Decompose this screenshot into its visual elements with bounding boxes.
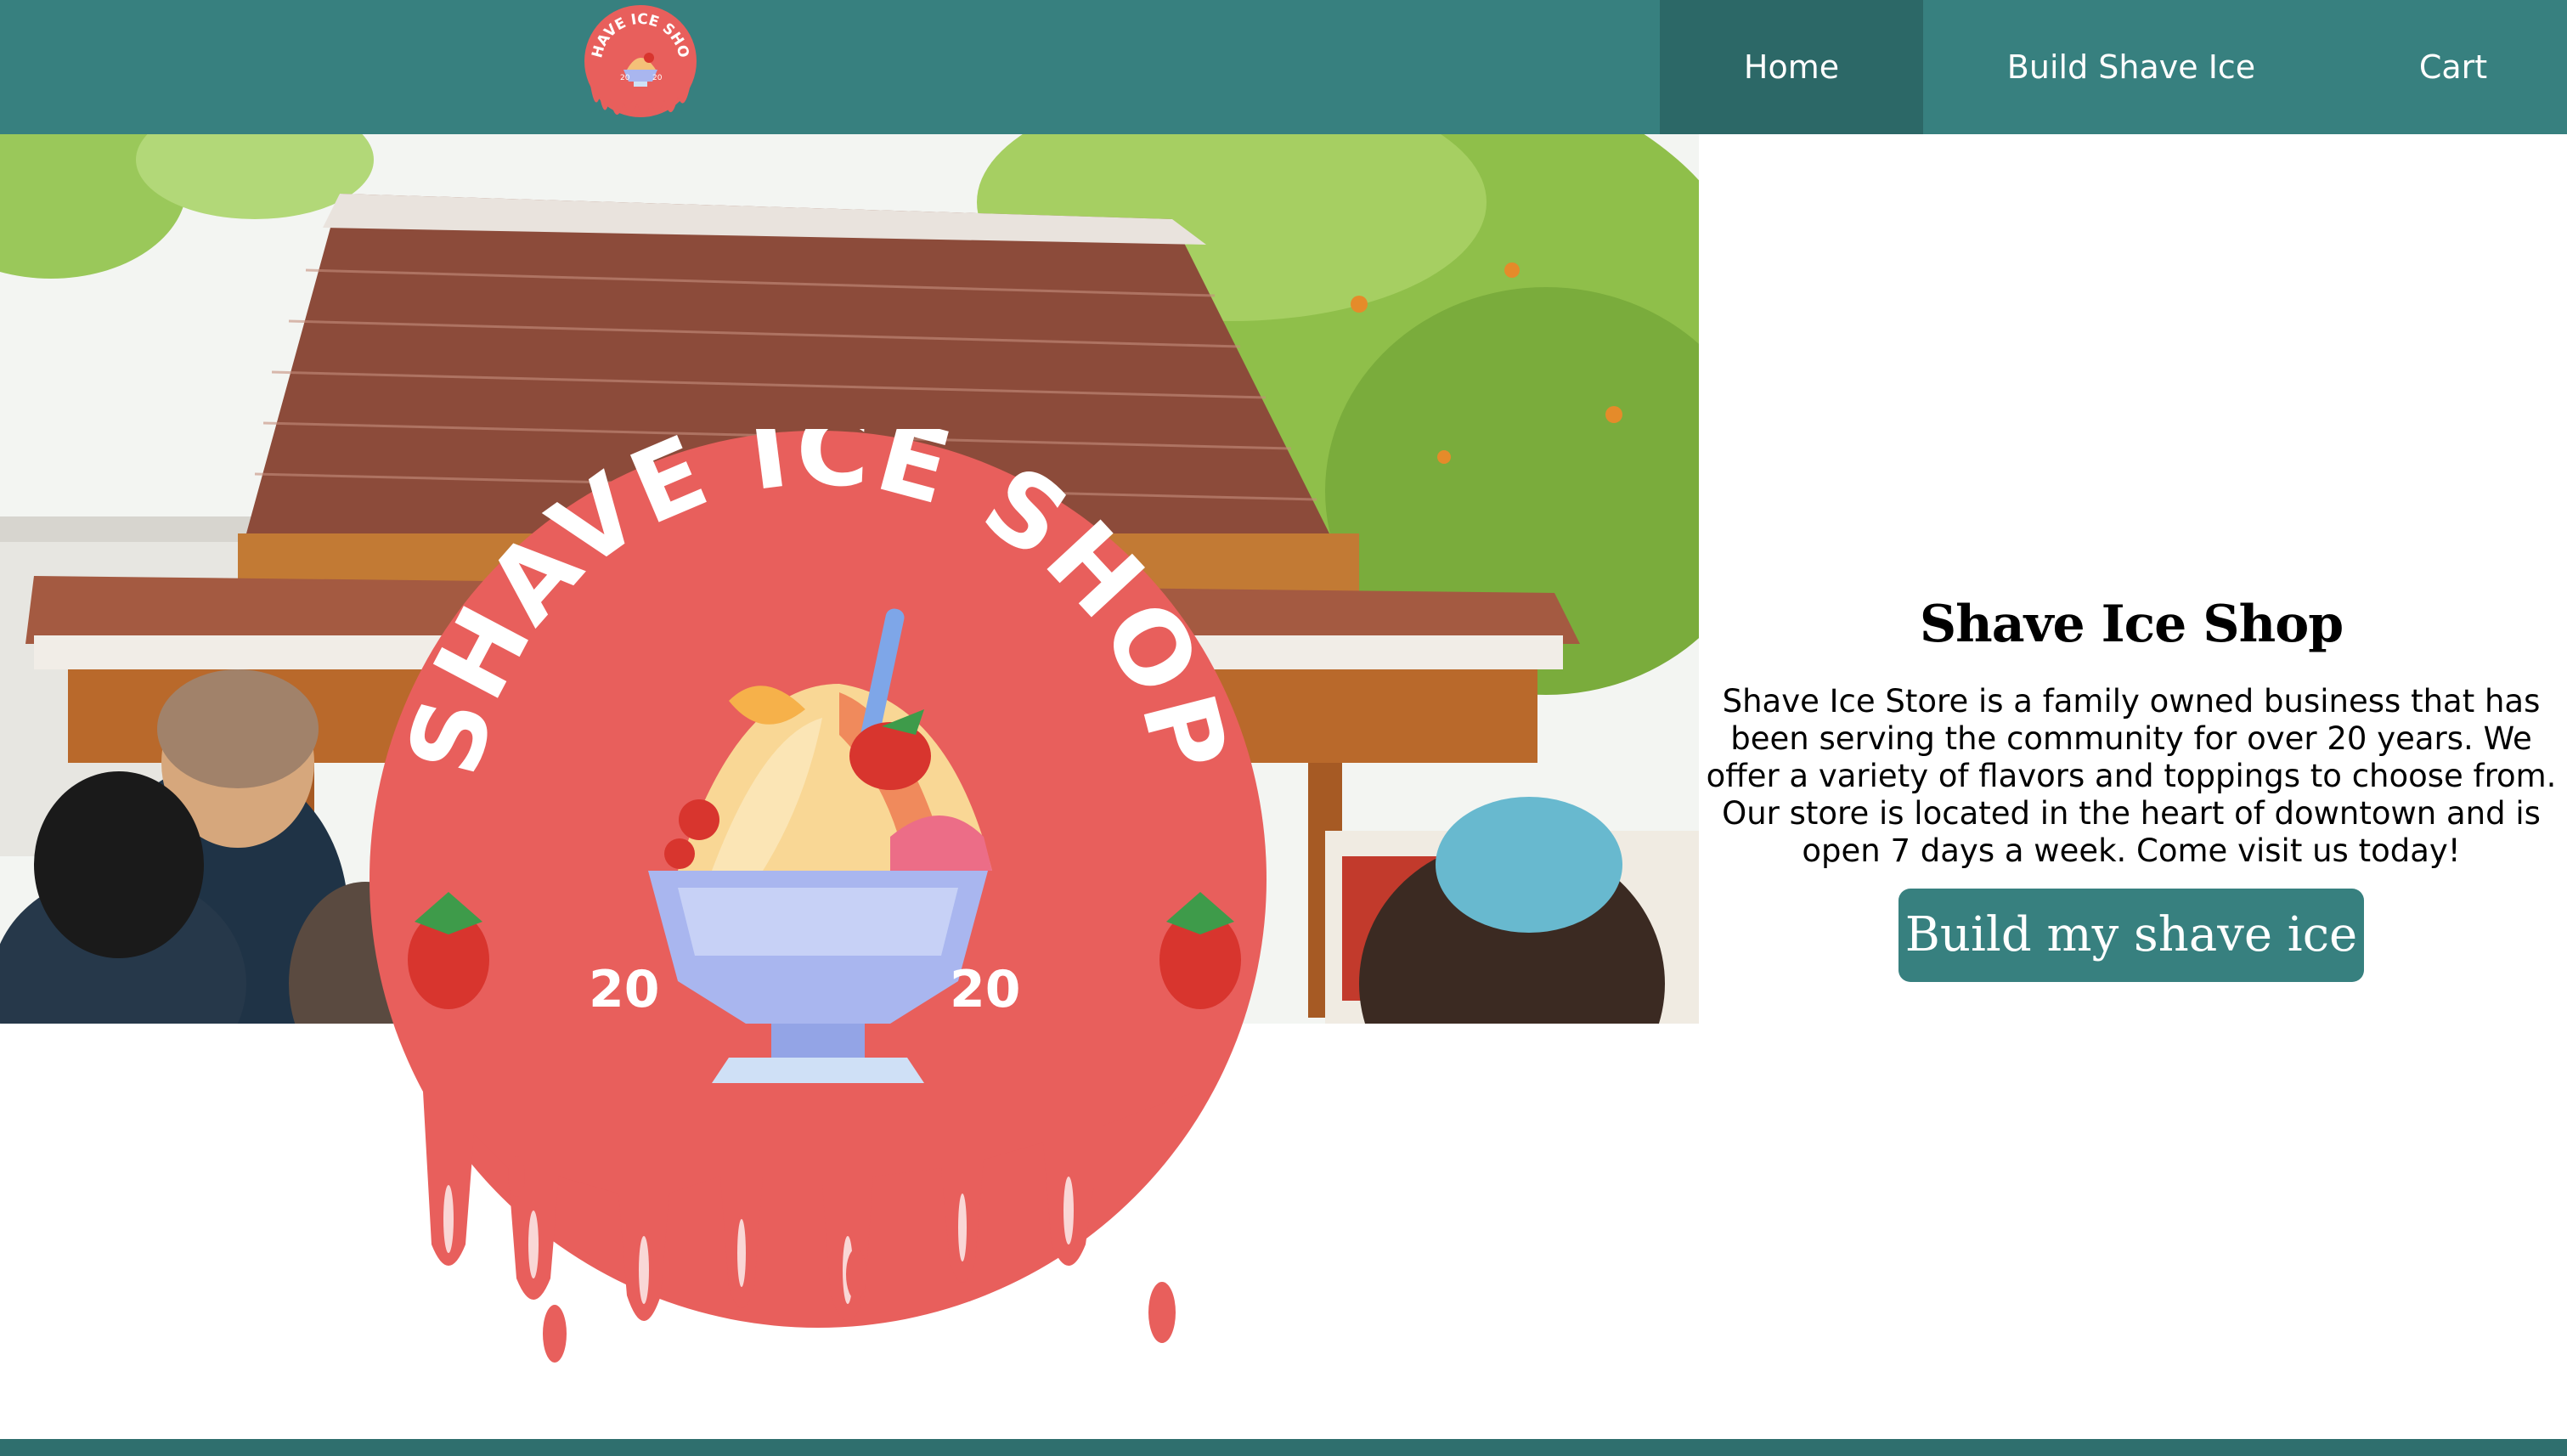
nav-build-shave-ice-link[interactable]: Build Shave Ice [1923,0,2339,134]
footer-strip [0,1439,2567,1456]
nav-cart-link[interactable]: Cart [2339,0,2567,134]
top-navbar: SHAVE ICE SHOP 20 20 Home Build Shave Ic… [0,0,2567,134]
hero-logo: SHAVE ICE SHOP 20 20 [364,390,1272,1380]
nav-links: Home Build Shave Ice Cart [1660,0,2567,134]
svg-text:20: 20 [620,74,630,82]
page-title: Shave Ice Shop [1919,595,2344,654]
hero-logo-year-right: 20 [950,960,1021,1019]
hero-info: Shave Ice Shop Shave Ice Store is a fami… [1702,595,2560,982]
nav-logo[interactable]: SHAVE ICE SHOP 20 20 [573,0,703,129]
nav-home-link[interactable]: Home [1660,0,1923,134]
hero-logo-year-left: 20 [589,960,660,1019]
svg-text:20: 20 [652,74,663,82]
hero-description: Shave Ice Store is a family owned busine… [1706,683,2557,869]
build-my-shave-ice-button[interactable]: Build my shave ice [1898,889,2364,982]
